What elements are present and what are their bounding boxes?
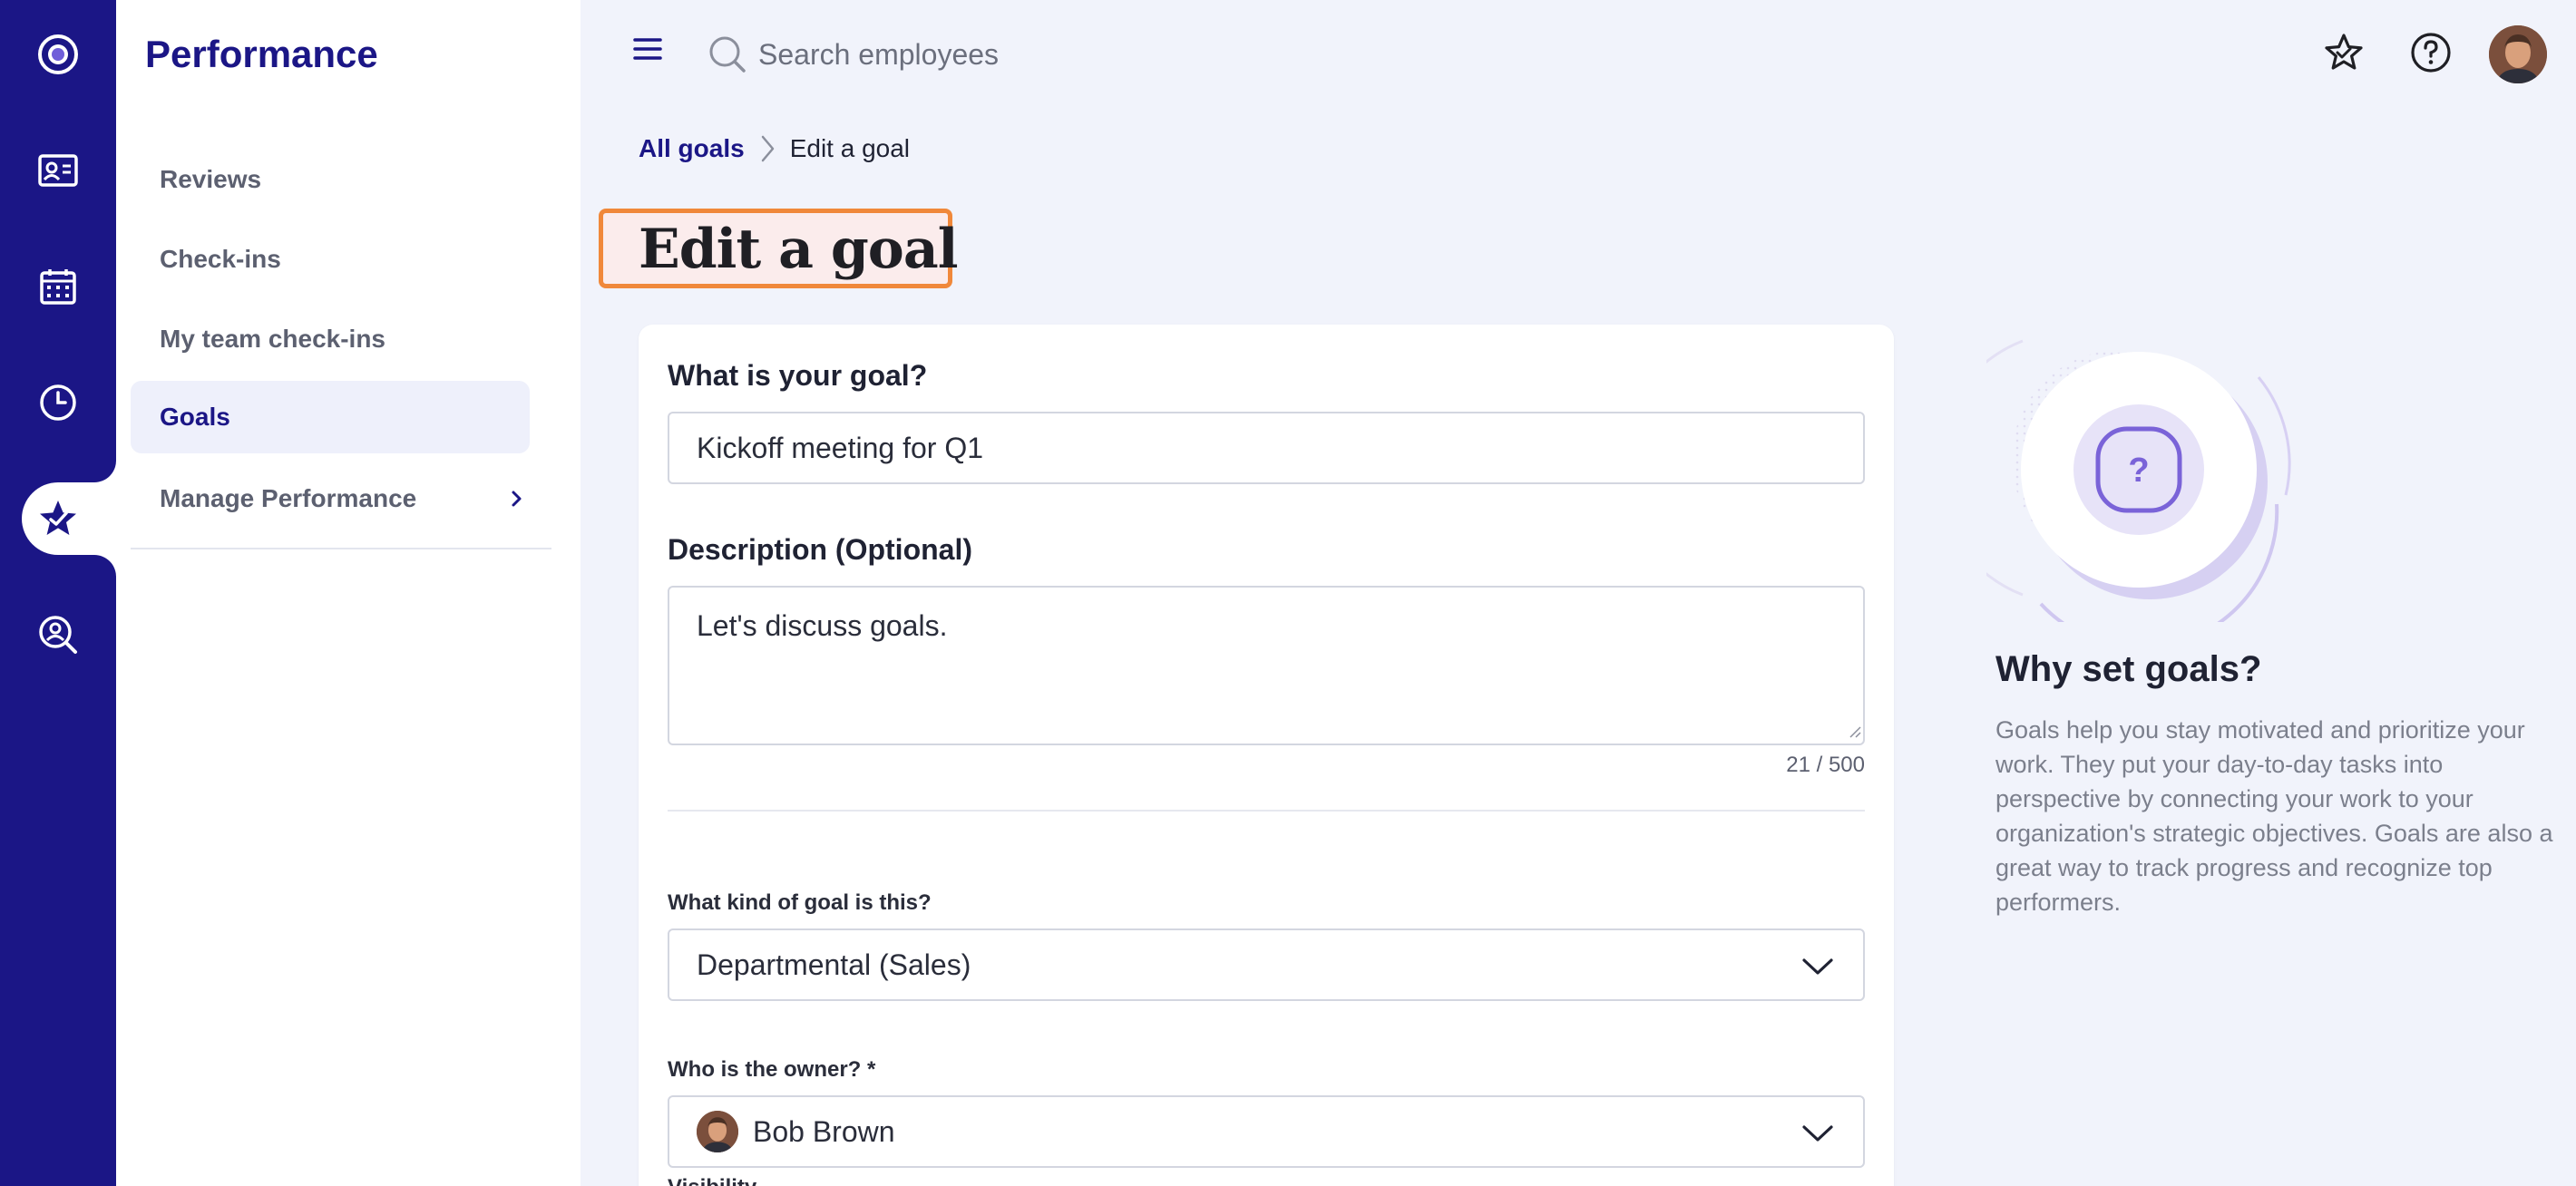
- nav-divider: [131, 548, 551, 549]
- breadcrumb-current: Edit a goal: [789, 134, 911, 162]
- app-rail: [0, 0, 116, 1186]
- user-search-icon[interactable]: [29, 606, 87, 664]
- chevron-down-icon: [1802, 1125, 1833, 1142]
- goal-kind-select[interactable]: Departmental (Sales): [668, 928, 1865, 1001]
- visibility-label: Visibility: [668, 1175, 756, 1186]
- help-icon: [2411, 33, 2451, 73]
- breadcrumb-all-goals-link[interactable]: All goals: [639, 134, 745, 163]
- nav-item-label: Goals: [160, 403, 230, 431]
- nav-item-check-ins[interactable]: Check-ins: [131, 223, 530, 296]
- clock-icon[interactable]: [29, 374, 87, 432]
- nav-item-label: Check-ins: [160, 245, 281, 273]
- search-input[interactable]: [758, 25, 1303, 83]
- logo-icon[interactable]: [29, 25, 87, 83]
- nav-item-goals[interactable]: Goals: [131, 381, 530, 453]
- chevron-down-icon: [1802, 958, 1833, 975]
- why-set-goals-title: Why set goals?: [1995, 649, 2262, 689]
- resize-handle-icon[interactable]: [1847, 724, 1861, 738]
- owner-avatar: [697, 1111, 738, 1152]
- nav-item-label: Reviews: [160, 165, 262, 193]
- owner-select[interactable]: Bob Brown: [668, 1095, 1865, 1168]
- svg-text:?: ?: [2128, 452, 2149, 490]
- star-badge-icon[interactable]: [29, 490, 87, 548]
- favorites-button[interactable]: [2318, 27, 2369, 78]
- user-avatar[interactable]: [2489, 25, 2547, 83]
- goal-kind-label: What kind of goal is this?: [668, 890, 932, 915]
- why-set-goals-text: Goals help you stay motivated and priori…: [1995, 716, 2553, 916]
- goal-kind-value: Departmental (Sales): [697, 948, 971, 981]
- search-icon: [709, 36, 746, 73]
- section-nav: Performance Reviews Check-ins My team ch…: [116, 0, 581, 1186]
- nav-item-reviews[interactable]: Reviews: [131, 143, 530, 216]
- menu-toggle-button[interactable]: [631, 33, 664, 65]
- goal-input[interactable]: [668, 412, 1865, 484]
- calendar-icon[interactable]: [29, 258, 87, 316]
- goal-illustration: ?: [1986, 339, 2291, 622]
- chevron-right-icon: [512, 491, 522, 507]
- goal-label: What is your goal?: [668, 359, 928, 392]
- section-title: Performance: [145, 33, 378, 75]
- chevron-right-icon: [757, 132, 777, 165]
- owner-label: Who is the owner? *: [668, 1057, 876, 1082]
- id-card-icon[interactable]: [29, 141, 87, 199]
- description-character-count: 21 / 500: [1786, 753, 1865, 777]
- avatar-photo: [2489, 25, 2547, 83]
- owner-value: Bob Brown: [753, 1114, 895, 1148]
- breadcrumb: All goals Edit a goal: [639, 132, 910, 165]
- hamburger-icon: [633, 38, 662, 60]
- form-divider: [668, 810, 1865, 812]
- nav-item-manage-performance[interactable]: Manage Performance: [131, 462, 530, 535]
- nav-item-my-team-check-ins[interactable]: My team check-ins: [131, 303, 530, 375]
- star-icon: [2325, 34, 2363, 70]
- page-title: Edit a goal: [639, 218, 958, 281]
- nav-item-label: My team check-ins: [160, 325, 385, 353]
- description-textarea[interactable]: Let's discuss goals.: [668, 586, 1865, 745]
- nav-item-label: Manage Performance: [160, 484, 417, 512]
- description-label: Description (Optional): [668, 533, 972, 566]
- help-button[interactable]: [2405, 27, 2456, 78]
